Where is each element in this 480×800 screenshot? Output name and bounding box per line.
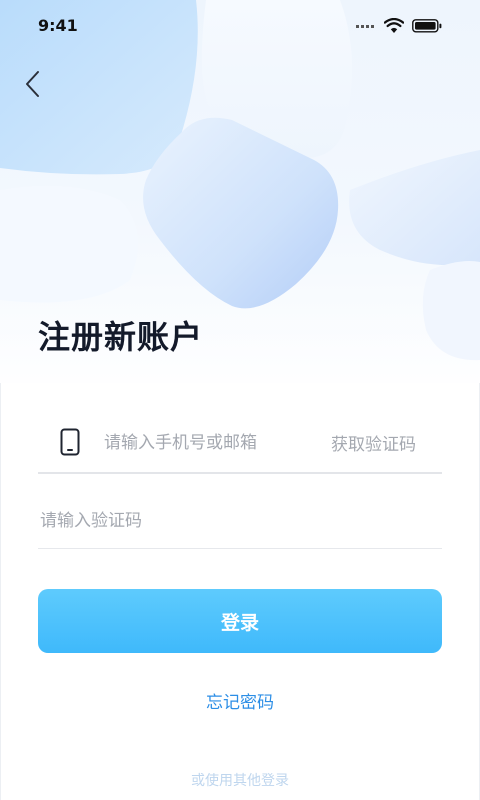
phone-field-row: 获取验证码 [38, 410, 442, 474]
code-field-row [38, 494, 442, 549]
status-bar: 9:41 [0, 0, 480, 52]
status-icons [356, 18, 442, 34]
page-title: 注册新账户 [38, 318, 204, 356]
battery-icon [412, 19, 442, 33]
wifi-icon [384, 18, 404, 33]
verification-code-input[interactable] [38, 508, 402, 534]
signal-icon [356, 25, 374, 28]
get-code-button[interactable]: 获取验证码 [331, 430, 416, 455]
other-login-link[interactable]: 或使用其他登录 [0, 770, 480, 790]
back-button[interactable] [18, 66, 48, 102]
status-time: 9:41 [38, 16, 78, 35]
phone-icon [60, 428, 80, 456]
login-button[interactable]: 登录 [38, 589, 442, 653]
chevron-left-icon [26, 71, 39, 97]
phone-input[interactable] [102, 430, 306, 456]
forgot-password-link[interactable]: 忘记密码 [0, 688, 480, 713]
